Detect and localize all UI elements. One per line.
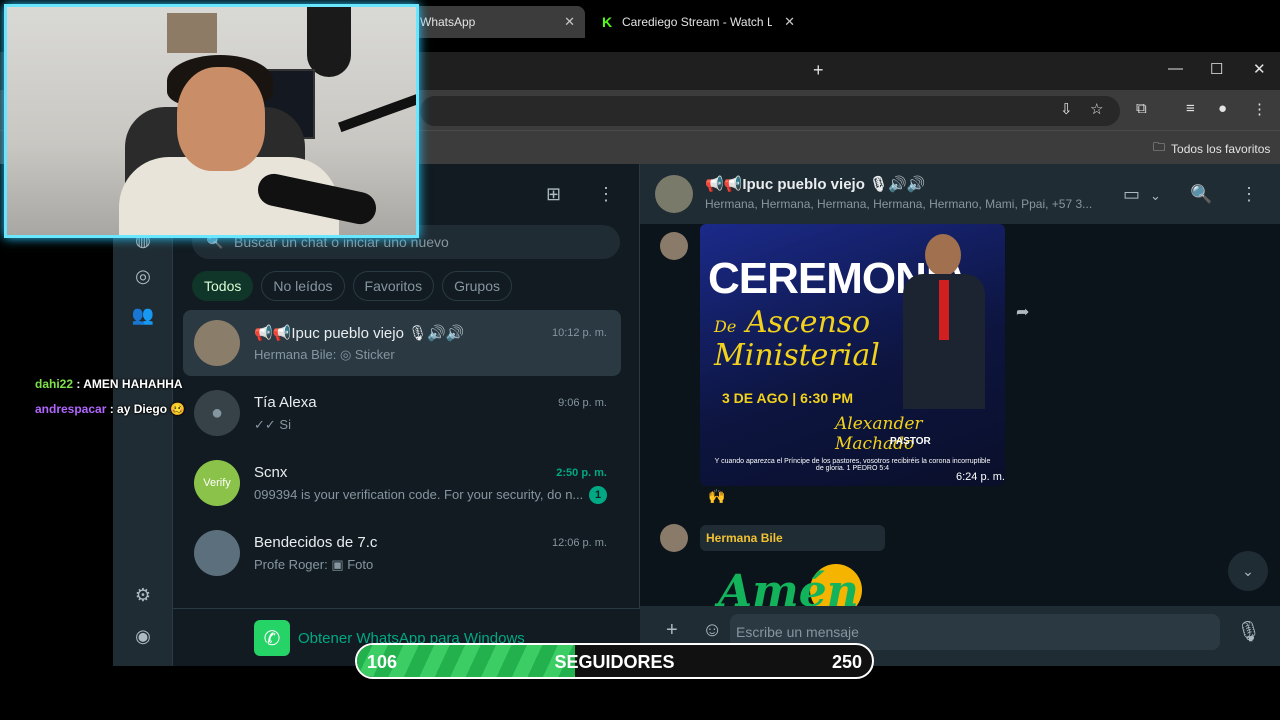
chat-time: 10:12 p. m.: [551, 327, 607, 339]
kick-icon: K: [601, 14, 613, 30]
filter-chips: Todos No leídos Favoritos Grupos: [192, 271, 513, 301]
sender-avatar[interactable]: [660, 524, 688, 552]
chat-name: Scnx: [254, 464, 288, 481]
conversation-members: Hermana, Hermana, Hermana, Hermana, Herm…: [705, 197, 1093, 211]
address-bar[interactable]: [420, 96, 1120, 126]
tab-label: Carediego Stream - Watch Live: [622, 15, 772, 29]
chevron-down-icon[interactable]: ⌄: [1150, 188, 1161, 204]
bookmark-folder-all[interactable]: 🗀 Todos los favoritos: [1153, 138, 1270, 159]
maximize-button[interactable]: ☐: [1210, 60, 1223, 78]
message-placeholder: Escribe un mensaje: [736, 624, 859, 640]
conversation-title: 📢📢Ipuc pueblo viejo 🎙🔊🔊: [705, 176, 926, 193]
poster-script-line2: Ministerial: [714, 338, 880, 373]
chat-text: : ay Diego 🥴: [109, 402, 186, 416]
follower-goal-label: SEGUIDORES: [554, 652, 675, 672]
tab-carediego-stream[interactable]: K Carediego Stream - Watch Live ✕: [590, 6, 805, 38]
avatar: [194, 530, 240, 576]
chat-time: 12:06 p. m.: [551, 537, 607, 549]
chat-username: andrespacar: [35, 402, 107, 416]
communities-icon[interactable]: 👥: [131, 303, 155, 327]
new-chat-icon[interactable]: ⊞: [546, 184, 561, 205]
webcam-overlay: [4, 4, 419, 238]
poster-pastor-photo: [895, 234, 995, 409]
stream-chat-message: dahi22 : AMEN HAHAHHA: [35, 372, 185, 397]
chat-row-ipuc-pueblo-viejo[interactable]: 📢📢Ipuc pueblo viejo 🎙🔊🔊 10:12 p. m. Herm…: [183, 310, 621, 376]
filter-favoritos[interactable]: Favoritos: [352, 271, 435, 301]
chat-last-message: 099394 is your verification code. For yo…: [254, 487, 584, 502]
poster-script-line1: Ascenso: [745, 305, 871, 340]
browser-menu-icon[interactable]: ⋮: [1252, 100, 1267, 118]
poster-date: 3 DE AGO | 6:30 PM: [722, 390, 853, 406]
microphone-icon[interactable]: 🎙: [1236, 619, 1261, 644]
close-icon[interactable]: ✕: [564, 14, 575, 30]
chat-last-message: Profe Roger: ▣ Foto: [254, 557, 374, 572]
extensions-icon[interactable]: ⧉: [1136, 100, 1147, 117]
sender-name: Hermana Bile: [706, 531, 783, 545]
message-reaction[interactable]: 🙌: [708, 488, 725, 505]
poster-script: De Ascenso Ministerial: [714, 306, 880, 372]
stream-chat-overlay: dahi22 : AMEN HAHAHHA andrespacar : ay D…: [35, 372, 185, 422]
scroll-down-button[interactable]: ⌄: [1228, 551, 1268, 591]
chat-last-message: ✓✓ Si: [254, 417, 291, 432]
new-tab-button[interactable]: +: [813, 60, 824, 81]
default-avatar-icon: ●: [194, 390, 240, 436]
follower-goal-current: 106: [367, 652, 398, 672]
tab-label: WhatsApp: [420, 15, 476, 29]
profile-avatar-icon[interactable]: ●: [1218, 100, 1227, 117]
media-control-icon[interactable]: ≡: [1186, 100, 1195, 117]
poster-role: PASTOR: [890, 436, 931, 447]
settings-gear-icon[interactable]: ⚙: [131, 583, 155, 607]
chat-name: Bendecidos de 7.c: [254, 534, 378, 551]
filter-grupos[interactable]: Grupos: [442, 271, 513, 301]
conversation-menu-icon[interactable]: ⋮: [1240, 184, 1258, 205]
chat-row-bendecidos[interactable]: Bendecidos de 7.c 12:06 p. m. Profe Roge…: [183, 520, 621, 586]
bookmark-star-icon[interactable]: ☆: [1090, 100, 1103, 118]
folder-icon: 🗀: [1153, 140, 1166, 154]
sticker-emoji-icon[interactable]: ☺: [702, 619, 722, 642]
chat-name: 📢📢Ipuc pueblo viejo 🎙🔊🔊: [254, 325, 465, 342]
follower-goal-target: 250: [831, 652, 862, 672]
install-app-icon[interactable]: ⇩: [1060, 100, 1073, 118]
chat-row-tia-alexa[interactable]: ● Tía Alexa 9:06 p. m. ✓✓ Si: [183, 380, 621, 446]
image-message[interactable]: CEREMONIA De Ascenso Ministerial 3 DE AG…: [700, 224, 1005, 486]
poster-script-prefix: De: [714, 317, 737, 336]
video-call-icon[interactable]: ▭: [1123, 184, 1140, 205]
profile-icon[interactable]: ◉: [131, 624, 155, 648]
avatar: Verify: [194, 460, 240, 506]
chat-time: 2:50 p. m.: [556, 467, 607, 479]
poster-signature: Alexander Machado: [835, 414, 923, 454]
chat-name: Tía Alexa: [254, 394, 317, 411]
chat-username: dahi22: [35, 377, 74, 391]
follower-goal-bar: SEGUIDORES 106 250: [355, 643, 874, 679]
unread-badge: 1: [589, 486, 607, 504]
close-icon[interactable]: ✕: [784, 14, 795, 30]
avatar: [194, 320, 240, 366]
minimize-button[interactable]: —: [1168, 60, 1183, 77]
attach-plus-icon[interactable]: +: [666, 619, 678, 642]
chat-row-scnx[interactable]: Verify Scnx 2:50 p. m. 099394 is your ve…: [183, 450, 621, 516]
poster-verse: Y cuando aparezca el Príncipe de los pas…: [714, 458, 991, 472]
sender-avatar[interactable]: [660, 232, 688, 260]
amen-sticker[interactable]: Amén: [712, 560, 882, 608]
sticker-text: Amén: [718, 566, 859, 608]
chat-list-menu-icon[interactable]: ⋮: [597, 184, 615, 205]
tab-whatsapp[interactable]: WhatsApp ✕: [410, 6, 585, 38]
search-icon[interactable]: 🔍: [1190, 184, 1212, 205]
conversation-header[interactable]: [640, 164, 1280, 224]
whatsapp-logo-icon: ✆: [254, 620, 290, 656]
status-icon[interactable]: ◎: [131, 264, 155, 288]
message-time: 6:24 p. m.: [956, 471, 1005, 483]
chat-last-message: Hermana Bile: ◎ Sticker: [254, 347, 395, 362]
filter-no-leidos[interactable]: No leídos: [261, 271, 345, 301]
chat-time: 9:06 p. m.: [558, 397, 607, 409]
chat-text: : AMEN HAHAHHA: [76, 377, 183, 391]
close-window-button[interactable]: ✕: [1253, 60, 1266, 78]
stream-chat-message: andrespacar : ay Diego 🥴: [35, 397, 185, 422]
forward-icon[interactable]: ➦: [1016, 302, 1029, 322]
bookmark-folder-label: Todos los favoritos: [1171, 141, 1271, 156]
group-avatar[interactable]: [655, 175, 693, 213]
filter-todos[interactable]: Todos: [192, 271, 254, 301]
